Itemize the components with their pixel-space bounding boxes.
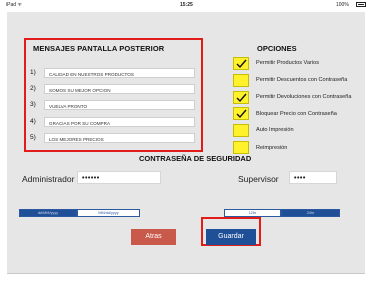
battery-percent: 100% <box>336 2 349 8</box>
supervisor-password-field[interactable]: •••• <box>289 171 337 184</box>
clock: 15:25 <box>180 2 193 8</box>
back-button[interactable]: Atras <box>131 229 176 245</box>
message-number: 2) <box>30 85 36 92</box>
divider <box>7 273 365 274</box>
date-format-option[interactable]: dd/MM/yyyy <box>19 209 77 217</box>
message-number: 1) <box>30 69 36 76</box>
message-field-5[interactable]: LOS MEJORES PRECIOS <box>44 133 195 143</box>
option-label: Permitir Descuentos con Contraseña <box>256 77 348 83</box>
supervisor-label: Supervisor <box>238 174 279 184</box>
messages-title: MENSAJES PANTALLA POSTERIOR <box>33 44 165 53</box>
option-label: Auto Impresión <box>256 127 294 133</box>
time-format-option[interactable]: 12hr <box>224 209 281 217</box>
message-field-3[interactable]: VUELVA PRONTO <box>44 100 195 110</box>
option-checkbox[interactable] <box>233 74 249 87</box>
check-icon <box>236 59 247 69</box>
message-number: 3) <box>30 101 36 108</box>
battery-icon <box>356 2 366 7</box>
option-label: Reimpresión <box>256 145 288 151</box>
save-button[interactable]: Guardar <box>206 229 256 245</box>
message-field-4[interactable]: GRACIAS POR SU COMPRA <box>44 117 195 127</box>
message-number: 5) <box>30 134 36 141</box>
option-label: Bloquear Precio con Contraseña <box>256 111 337 117</box>
options-title: OPCIONES <box>257 44 297 53</box>
option-checkbox[interactable] <box>233 91 249 104</box>
option-checkbox[interactable] <box>233 124 249 137</box>
status-bar: iPad ᯤ 15:25 100% <box>0 0 373 10</box>
date-format-option[interactable]: MM/dd/yyyy <box>77 209 140 217</box>
carrier-label: iPad ᯤ <box>6 2 22 8</box>
message-number: 4) <box>30 118 36 125</box>
option-checkbox[interactable] <box>233 57 249 70</box>
option-checkbox[interactable] <box>233 141 249 154</box>
message-field-2[interactable]: SOMOS SU MEJOR OPCION <box>44 84 195 94</box>
check-icon <box>236 109 247 119</box>
message-field-1[interactable]: CALIDAD EN NUESTROS PRODUCTOS <box>44 68 195 78</box>
option-label: Permitir Devoluciones con Contraseña <box>256 94 352 100</box>
time-format-option[interactable]: 24hr <box>281 209 340 217</box>
check-icon <box>236 93 247 103</box>
option-label: Permitir Productos Varios <box>256 60 320 66</box>
admin-password-field[interactable]: •••••• <box>77 171 161 184</box>
admin-label: Administrador <box>22 174 75 184</box>
security-title: CONTRASEÑA DE SEGURIDAD <box>139 154 252 163</box>
option-checkbox[interactable] <box>233 107 249 120</box>
